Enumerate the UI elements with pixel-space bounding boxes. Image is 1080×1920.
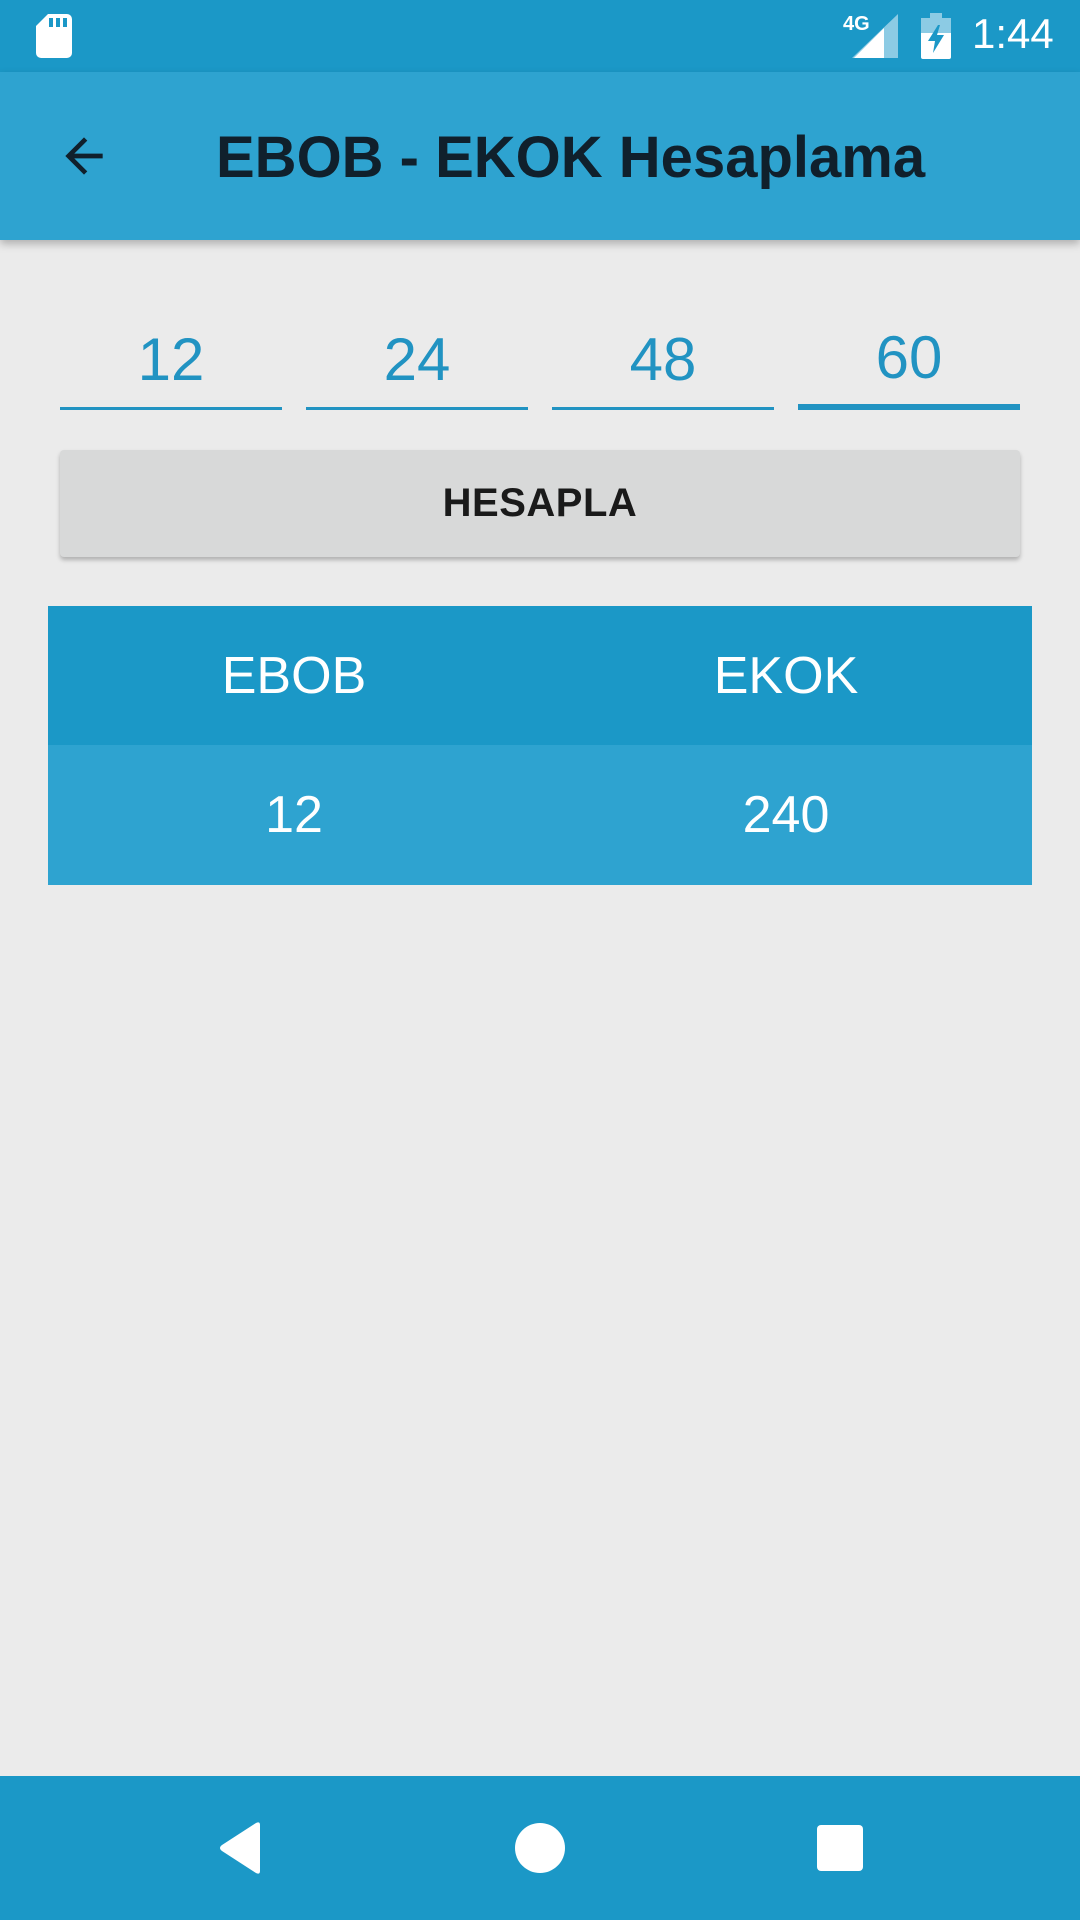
signal-icon [852, 14, 898, 58]
number-input-1[interactable] [60, 315, 282, 410]
ebob-header: EBOB [221, 646, 367, 705]
nav-back-button[interactable] [170, 1776, 310, 1920]
page-title: EBOB - EKOK Hesaplama [216, 125, 926, 190]
arrow-left-icon [65, 137, 103, 175]
status-clock: 1:44 [972, 10, 1054, 57]
ekok-value: 240 [742, 786, 830, 844]
sd-card-icon [36, 14, 72, 58]
nav-recents-icon [817, 1825, 863, 1871]
results-table: EBOB EKOK 12 240 [48, 606, 1032, 885]
nav-back-icon [220, 1822, 260, 1874]
number-input-4[interactable] [798, 315, 1020, 410]
ekok-header: EKOK [713, 646, 859, 705]
nav-recents-button[interactable] [770, 1776, 910, 1920]
ebob-value: 12 [265, 786, 323, 844]
number-input-3[interactable] [552, 315, 774, 410]
back-button[interactable] [36, 114, 132, 198]
results-value-row: 12 240 [48, 745, 1032, 885]
app-bar: EBOB - EKOK Hesaplama [0, 72, 1080, 240]
number-input-2[interactable] [306, 315, 528, 410]
number-inputs [60, 315, 1020, 415]
navigation-bar [0, 1776, 1080, 1920]
battery-charging-icon [921, 13, 951, 59]
status-bar: 4G 1:44 [0, 0, 1080, 72]
nav-home-icon [515, 1823, 565, 1873]
calculate-button[interactable]: HESAPLA [60, 450, 1020, 557]
results-header-row: EBOB EKOK [48, 606, 1032, 745]
screen: 4G 1:44 EBOB - EKOK Hesaplama HESAPLA [0, 0, 1080, 1920]
nav-home-button[interactable] [470, 1776, 610, 1920]
